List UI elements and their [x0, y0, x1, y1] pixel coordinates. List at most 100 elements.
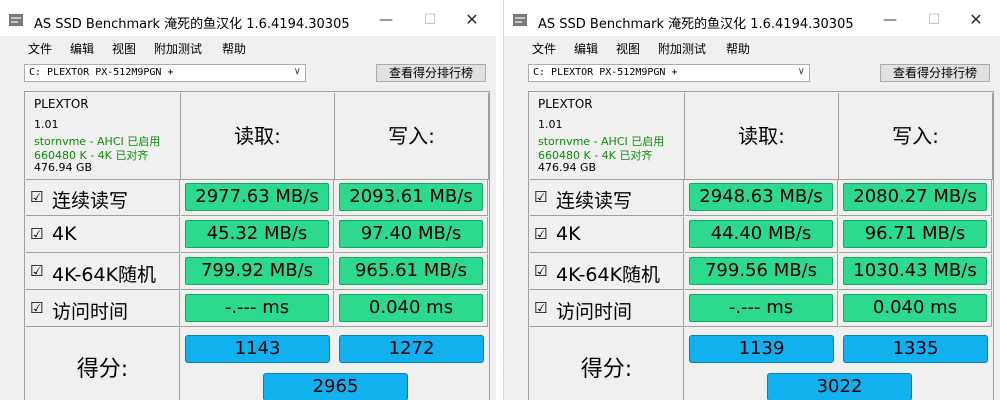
result-value: -.--- ms [185, 294, 329, 322]
result-value: 1030.43 MB/s [843, 257, 987, 285]
device-firmware: 1.01 [538, 118, 563, 131]
benchmark-window-right: AS SSD Benchmark 淹死的鱼汉化 1.6.4194.30305 —… [503, 0, 1000, 400]
checkbox-icon[interactable]: ☑ [30, 262, 43, 280]
menu-edit[interactable]: 编辑 [574, 40, 598, 57]
row-access-label[interactable]: ☑ 访问时间 [26, 291, 180, 327]
4k64-write-cell: 965.61 MB/s [335, 254, 488, 290]
test-label: 4K-64K随机 [556, 264, 661, 286]
seq-write-cell: 2093.61 MB/s [335, 180, 488, 216]
result-value: 97.40 MB/s [339, 220, 483, 248]
checkbox-icon[interactable]: ☑ [30, 299, 43, 317]
menu-extra-tests[interactable]: 附加测试 [658, 40, 706, 57]
minimize-button[interactable]: — [366, 8, 406, 32]
test-label: 4K-64K随机 [52, 264, 157, 286]
checkbox-icon[interactable]: ☑ [30, 188, 43, 206]
score-label: 得分: [26, 328, 180, 400]
row-seq-label[interactable]: ☑ 连续读写 [530, 180, 684, 216]
access-read-cell: -.--- ms [685, 291, 838, 327]
menu-edit[interactable]: 编辑 [70, 40, 94, 57]
menu-view[interactable]: 视图 [112, 40, 136, 57]
device-model: PLEXTOR [538, 97, 593, 111]
device-capacity: 476.94 GB [34, 161, 93, 174]
checkbox-icon[interactable]: ☑ [534, 299, 547, 317]
write-column-header: 写入: [839, 93, 993, 180]
drive-select[interactable]: C: PLEXTOR PX-512M9PGN + ∨ [528, 64, 810, 82]
menu-view[interactable]: 视图 [616, 40, 640, 57]
4k64-read-cell: 799.56 MB/s [685, 254, 838, 290]
app-icon [9, 14, 23, 26]
result-value: 2093.61 MB/s [339, 183, 483, 211]
result-value: 965.61 MB/s [339, 257, 483, 285]
close-button[interactable]: ✕ [956, 8, 996, 32]
test-label: 连续读写 [52, 190, 129, 212]
4k64-read-cell: 799.92 MB/s [181, 254, 334, 290]
menu-bar: 文件 编辑 视图 附加测试 帮助 [504, 36, 1000, 60]
chevron-down-icon[interactable]: ∨ [798, 66, 805, 77]
row-4k64-label[interactable]: ☑ 4K-64K随机 [530, 254, 684, 290]
test-label: 4K [556, 223, 581, 245]
result-value: 2948.63 MB/s [689, 183, 833, 211]
menu-file[interactable]: 文件 [532, 40, 556, 57]
test-label: 连续读写 [556, 190, 633, 212]
4k-write-cell: 97.40 MB/s [335, 217, 488, 253]
drive-select-value: C: PLEXTOR PX-512M9PGN + [533, 67, 678, 78]
read-score: 1143 [185, 335, 330, 363]
write-score: 1335 [843, 335, 988, 363]
test-label: 4K [52, 223, 77, 245]
device-model: PLEXTOR [34, 97, 89, 111]
row-seq-label[interactable]: ☑ 连续读写 [26, 180, 180, 216]
device-capacity: 476.94 GB [538, 161, 597, 174]
view-ranking-button[interactable]: 查看得分排行榜 [376, 64, 486, 82]
row-access-label[interactable]: ☑ 访问时间 [530, 291, 684, 327]
test-label: 访问时间 [52, 301, 129, 323]
seq-read-cell: 2948.63 MB/s [685, 180, 838, 216]
close-button[interactable]: ✕ [452, 8, 492, 32]
write-score: 1272 [339, 335, 484, 363]
menu-bar: 文件 编辑 视图 附加测试 帮助 [0, 36, 496, 60]
read-score: 1139 [689, 335, 834, 363]
result-value: -.--- ms [689, 294, 833, 322]
device-info: PLEXTOR 1.01 stornvme - AHCI 已启用 660480 … [26, 93, 181, 180]
result-value: 96.71 MB/s [843, 220, 987, 248]
result-value: 44.40 MB/s [689, 220, 833, 248]
test-label: 访问时间 [556, 301, 633, 323]
title-bar[interactable]: AS SSD Benchmark 淹死的鱼汉化 1.6.4194.30305 —… [0, 0, 496, 36]
chevron-down-icon[interactable]: ∨ [294, 66, 301, 77]
seq-read-cell: 2977.63 MB/s [181, 180, 334, 216]
menu-extra-tests[interactable]: 附加测试 [154, 40, 202, 57]
checkbox-icon[interactable]: ☑ [534, 225, 547, 243]
result-value: 799.92 MB/s [185, 257, 329, 285]
device-firmware: 1.01 [34, 118, 59, 131]
checkbox-icon[interactable]: ☑ [30, 225, 43, 243]
result-value: 2977.63 MB/s [185, 183, 329, 211]
drive-select[interactable]: C: PLEXTOR PX-512M9PGN + ∨ [24, 64, 306, 82]
result-value: 799.56 MB/s [689, 257, 833, 285]
total-score: 2965 [263, 373, 408, 400]
row-4k-label[interactable]: ☑ 4K [26, 217, 180, 253]
maximize-button[interactable]: ☐ [914, 8, 954, 32]
window-title: AS SSD Benchmark 淹死的鱼汉化 1.6.4194.30305 [538, 17, 854, 32]
access-read-cell: -.--- ms [181, 291, 334, 327]
checkbox-icon[interactable]: ☑ [534, 262, 547, 280]
menu-help[interactable]: 帮助 [726, 40, 750, 57]
4k64-write-cell: 1030.43 MB/s [839, 254, 992, 290]
total-score: 3022 [767, 373, 912, 400]
write-column-header: 写入: [335, 93, 489, 180]
maximize-button[interactable]: ☐ [410, 8, 450, 32]
4k-read-cell: 44.40 MB/s [685, 217, 838, 253]
row-4k64-label[interactable]: ☑ 4K-64K随机 [26, 254, 180, 290]
benchmark-window-left: AS SSD Benchmark 淹死的鱼汉化 1.6.4194.30305 —… [0, 0, 496, 400]
minimize-button[interactable]: — [870, 8, 910, 32]
score-label: 得分: [530, 328, 684, 400]
view-ranking-button[interactable]: 查看得分排行榜 [880, 64, 990, 82]
app-icon [513, 14, 527, 26]
title-bar[interactable]: AS SSD Benchmark 淹死的鱼汉化 1.6.4194.30305 —… [504, 0, 1000, 36]
window-title: AS SSD Benchmark 淹死的鱼汉化 1.6.4194.30305 [34, 17, 350, 32]
menu-file[interactable]: 文件 [28, 40, 52, 57]
drive-select-value: C: PLEXTOR PX-512M9PGN + [29, 67, 174, 78]
row-4k-label[interactable]: ☑ 4K [530, 217, 684, 253]
result-value: 2080.27 MB/s [843, 183, 987, 211]
access-write-cell: 0.040 ms [839, 291, 992, 327]
menu-help[interactable]: 帮助 [222, 40, 246, 57]
checkbox-icon[interactable]: ☑ [534, 188, 547, 206]
